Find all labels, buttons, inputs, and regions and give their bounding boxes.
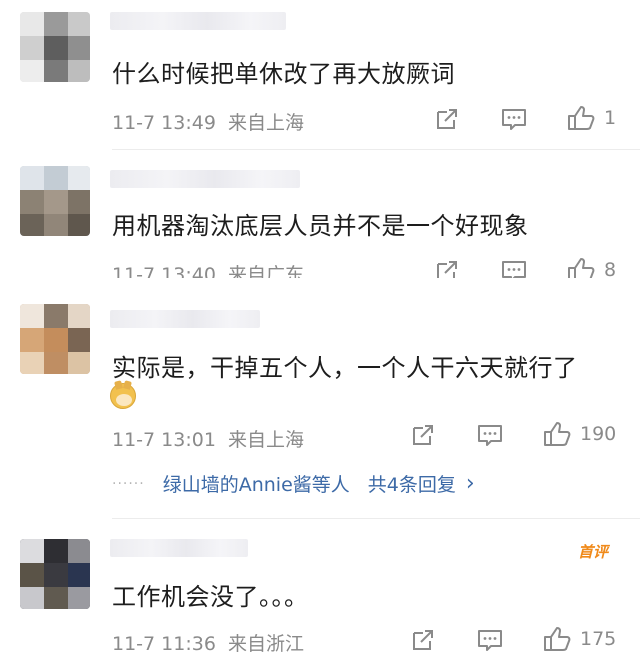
comment-text: 实际是，干掉五个人，一个人干六天就行了 (112, 354, 578, 382)
share-button[interactable] (410, 627, 436, 653)
username[interactable] (110, 12, 286, 30)
comment-meta: 11-7 11:36 来自浙江 (112, 629, 304, 656)
comment-text: 工作机会没了。。。 (112, 583, 309, 611)
comment-time: 11-7 11:36 (112, 633, 216, 655)
comment-location: 来自上海 (227, 429, 304, 451)
like-button[interactable]: 8 (566, 256, 616, 278)
like-count: 1 (604, 107, 617, 129)
comment-item: 用机器淘汰底层人员并不是一个好现象 11-7 13:40 来自广东 8 (0, 150, 640, 278)
comment-button[interactable] (500, 106, 528, 132)
avatar[interactable] (20, 12, 90, 82)
comment-location: 来自上海 (227, 112, 304, 134)
share-icon (413, 630, 433, 650)
comment-time: 11-7 13:01 (112, 429, 216, 451)
comment-time: 11-7 13:40 (112, 264, 216, 278)
doge-emoji (110, 383, 136, 409)
username[interactable] (110, 539, 248, 557)
share-button[interactable] (434, 258, 460, 278)
share-icon (437, 261, 457, 278)
first-comment-badge: 首评 (577, 543, 608, 561)
like-count: 8 (604, 259, 617, 278)
like-count: 190 (580, 423, 617, 445)
share-button[interactable] (434, 106, 460, 132)
chevron-right-icon: › (465, 471, 475, 496)
username[interactable] (110, 170, 300, 188)
username[interactable] (110, 310, 260, 328)
like-button[interactable]: 1 (566, 104, 616, 132)
replies-users: 绿山墙的Annie酱等人 (162, 474, 350, 496)
thumbs-up-icon (544, 422, 571, 446)
comment-button[interactable] (476, 422, 504, 448)
comment-location: 来自广东 (227, 264, 304, 278)
comment-item: 实际是，干掉五个人，一个人干六天就行了 11-7 13:01 来自上海 190 … (0, 290, 640, 515)
comment-meta: 11-7 13:01 来自上海 (112, 425, 304, 452)
like-button[interactable]: 190 (542, 420, 616, 448)
comment-text: 用机器淘汰底层人员并不是一个好现象 (112, 212, 529, 240)
like-count: 175 (580, 628, 617, 650)
comment-location: 来自浙江 (227, 633, 304, 655)
comment-meta: 11-7 13:49 来自上海 (112, 108, 304, 135)
comment-text: 什么时候把单休改了再大放厥词 (112, 60, 455, 88)
thumbs-up-icon (568, 258, 595, 278)
avatar[interactable] (20, 539, 90, 609)
avatar[interactable] (20, 166, 90, 236)
share-icon (437, 109, 457, 129)
like-button[interactable]: 175 (542, 625, 616, 653)
share-button[interactable] (410, 422, 436, 448)
comment-icon (478, 630, 502, 651)
share-icon (413, 425, 433, 445)
comment-icon (502, 109, 526, 130)
avatar[interactable] (20, 304, 90, 374)
comment-meta: 11-7 13:40 来自广东 (112, 260, 304, 278)
comment-button[interactable] (476, 627, 504, 653)
comment-item: 什么时候把单休改了再大放厥词 11-7 13:49 来自上海 1 (0, 0, 640, 150)
thumbs-up-icon (568, 106, 595, 130)
replies-count: 共4条回复 (367, 474, 456, 496)
replies-dots: ······ (112, 475, 145, 492)
comment-icon (478, 425, 502, 446)
comment-button[interactable] (500, 258, 528, 278)
comment-icon (502, 261, 526, 278)
replies-link[interactable]: ······ 绿山墙的Annie酱等人 共4条回复 › (112, 470, 475, 497)
comment-item: 首评 工作机会没了。。。 11-7 11:36 来自浙江 175 (0, 519, 640, 660)
comment-time: 11-7 13:49 (112, 112, 216, 134)
thumbs-up-icon (544, 627, 571, 651)
